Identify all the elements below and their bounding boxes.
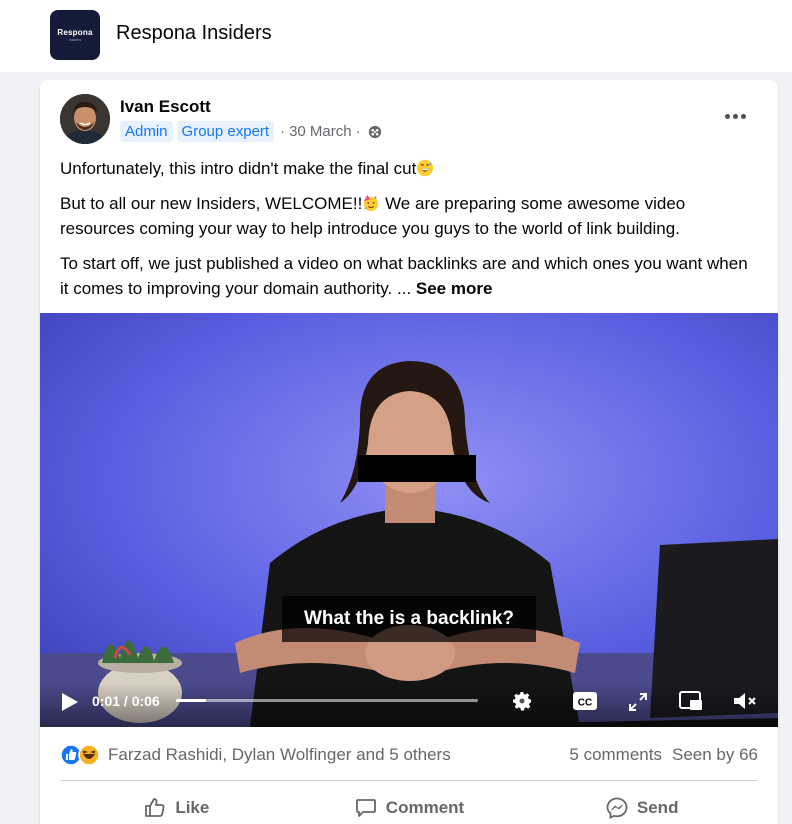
party-face-emoji-icon — [364, 194, 379, 212]
group-logo[interactable]: Respona Insiders — [50, 10, 100, 60]
video-progress-bar[interactable] — [176, 699, 478, 702]
post-actions: Like Comment Send — [60, 788, 758, 824]
comment-icon — [355, 799, 376, 817]
video-frame — [40, 313, 778, 727]
logo-text: Respona — [57, 28, 93, 37]
author-name[interactable]: Ivan Escott — [120, 97, 211, 117]
like-label: Like — [175, 798, 210, 817]
settings-icon[interactable] — [510, 689, 534, 713]
more-options-icon[interactable] — [720, 106, 750, 126]
post-paragraph: But to all our new Insiders, WELCOME!! W… — [60, 194, 686, 238]
post-paragraph: To start off, we just published a video … — [60, 254, 748, 298]
group-header: Respona Insiders Respona Insiders — [0, 0, 792, 72]
haha-icon — [78, 744, 100, 766]
comment-button[interactable]: Comment — [293, 788, 526, 824]
comments-count[interactable]: 5 comments — [569, 745, 662, 765]
like-button[interactable]: Like — [60, 788, 293, 824]
see-more-link[interactable]: See more — [416, 279, 493, 298]
post-stats: 5 comments Seen by 66 — [569, 745, 758, 765]
play-icon[interactable] — [58, 691, 80, 713]
reaction-icons[interactable] — [60, 744, 100, 766]
post-paragraph: Unfortunately, this intro didn't make th… — [60, 156, 760, 181]
globe-icon[interactable] — [368, 125, 382, 139]
meta-separator: · — [355, 123, 361, 140]
send-label: Send — [636, 798, 679, 817]
grinning-sweat-emoji-icon — [417, 159, 434, 177]
reactions-summary: Farzad Rashidi, Dylan Wolfinger and 5 ot… — [60, 741, 758, 769]
fullscreen-icon[interactable] — [627, 691, 649, 713]
badge-group-expert[interactable]: Group expert — [176, 121, 275, 142]
post-body: Unfortunately, this intro didn't make th… — [60, 156, 760, 311]
video-player[interactable]: What the is a backlink? 0:01 / 0:06 CC — [40, 313, 778, 727]
reactors-text[interactable]: Farzad Rashidi, Dylan Wolfinger and 5 ot… — [108, 745, 451, 765]
video-controls: 0:01 / 0:06 CC — [40, 683, 778, 727]
video-progress-fill — [176, 699, 207, 702]
author-avatar[interactable] — [60, 94, 110, 144]
messenger-icon — [606, 797, 628, 819]
send-button[interactable]: Send — [525, 788, 758, 824]
mute-icon[interactable] — [732, 690, 758, 712]
captions-icon[interactable]: CC — [572, 691, 598, 711]
logo-subtext: Insiders — [68, 38, 82, 42]
thumbs-up-icon — [145, 798, 165, 817]
pip-icon[interactable] — [678, 690, 704, 712]
post-date[interactable]: 30 March — [289, 123, 352, 140]
seen-by-count[interactable]: Seen by 66 — [672, 745, 758, 765]
video-caption: What the is a backlink? — [282, 596, 536, 642]
post-meta: Admin Group expert · 30 March · — [120, 121, 382, 142]
video-time: 0:01 / 0:06 — [92, 693, 160, 709]
svg-text:CC: CC — [578, 698, 592, 709]
comment-label: Comment — [385, 798, 465, 817]
group-name[interactable]: Respona Insiders — [116, 22, 272, 45]
meta-separator: · — [280, 123, 286, 140]
badge-admin[interactable]: Admin — [120, 121, 173, 142]
post-card: Ivan Escott Admin Group expert · 30 Marc… — [40, 80, 778, 824]
divider — [60, 780, 758, 781]
